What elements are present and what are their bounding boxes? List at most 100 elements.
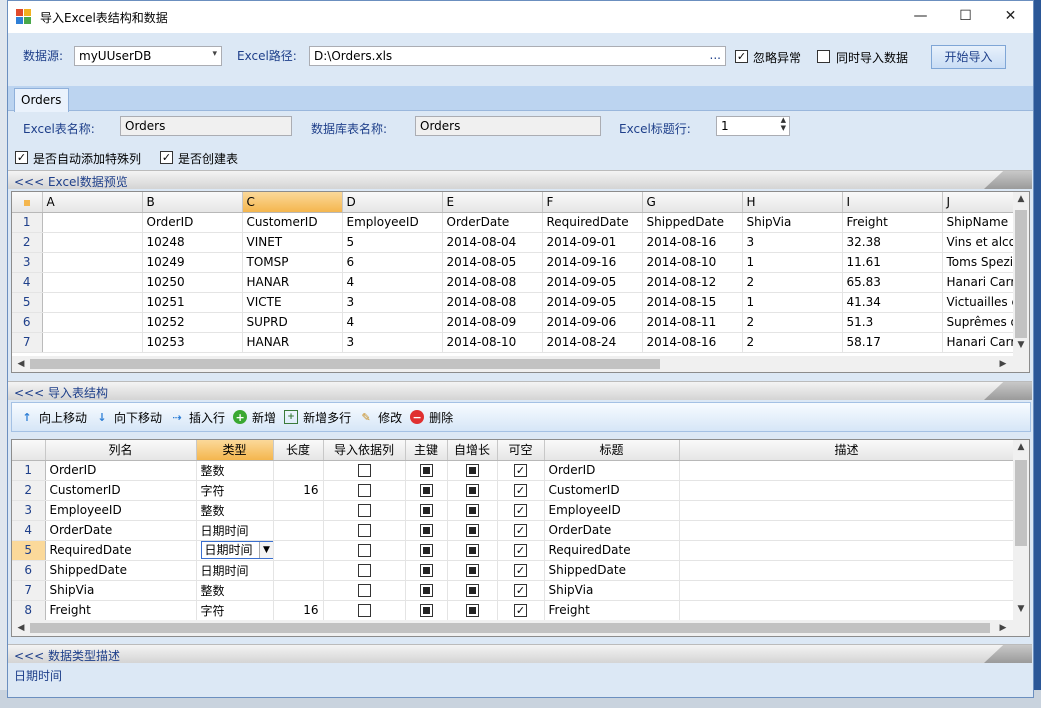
scroll-left-icon[interactable]: ◀ [14,359,28,369]
row-header[interactable]: 2 [12,232,43,253]
col-header-e[interactable]: E [442,192,543,213]
table-row[interactable]: 3 10249 TOMSP 6 2014-08-05 2014-09-16 2014-08-… [12,252,1015,273]
table-cell[interactable]: 1 [742,292,843,313]
table-cell[interactable]: 10251 [142,292,243,313]
row-header[interactable]: 7 [12,332,43,353]
type-cell[interactable]: 字符 [196,600,274,621]
table-cell[interactable]: 2014-09-05 [542,292,643,313]
table-cell[interactable]: Hanari Carr [942,272,1015,293]
browse-button[interactable]: ... [710,48,721,62]
nullable-checkbox[interactable]: ✓ [514,484,527,497]
col-header-j[interactable]: J [942,192,1015,213]
auto-increment-cell[interactable] [447,600,498,621]
nullable-cell[interactable]: ✓ [497,560,545,581]
add-multiple-button[interactable]: + 新增多行 [284,409,351,426]
structure-vertical-scrollbar[interactable]: ▲ ▼ [1013,440,1029,620]
primary-key-cell[interactable] [405,460,448,481]
nullable-checkbox[interactable]: ✓ [514,604,527,617]
minimize-button[interactable]: — [898,1,943,31]
scroll-thumb[interactable] [1015,460,1027,546]
auto-increment-cell[interactable] [447,460,498,481]
table-cell[interactable]: 2014-08-24 [542,332,643,353]
nullable-cell[interactable]: ✓ [497,460,545,481]
scroll-right-icon[interactable]: ▶ [996,623,1010,633]
scroll-up-icon[interactable]: ▲ [1014,442,1028,452]
table-cell[interactable]: 2014-08-05 [442,252,543,273]
nullable-checkbox[interactable]: ✓ [514,524,527,537]
nullable-checkbox[interactable]: ✓ [514,564,527,577]
description-cell[interactable] [679,460,1015,481]
table-cell[interactable]: 3 [342,292,443,313]
description-cell[interactable] [679,480,1015,501]
excel-preview-grid[interactable]: A B C D E F G H I J 1 OrderID CustomerID Em… [11,191,1030,373]
nullable-cell[interactable]: ✓ [497,580,545,601]
type-cell[interactable]: 整数 [196,580,274,601]
title-cell[interactable]: ShipVia [544,580,680,601]
import-data-checkbox[interactable] [817,50,830,63]
table-row[interactable]: 5 RequiredDate 日期时间 ▼ ✓ RequiredDate [12,540,1015,561]
auto-increment-cell[interactable] [447,540,498,561]
import-basis-checkbox[interactable] [357,524,371,537]
table-cell[interactable]: 3 [742,232,843,253]
col-header-b[interactable]: B [142,192,243,213]
insert-row-button[interactable]: ⇢ 插入行 [170,409,225,426]
table-cell[interactable]: 2014-08-09 [442,312,543,333]
type-combo[interactable]: 日期时间 ▼ [200,541,272,559]
table-cell[interactable]: EmployeeID [342,212,443,233]
add-button[interactable]: + 新增 [233,409,276,426]
table-cell[interactable]: ShippedDate [642,212,743,233]
type-cell[interactable]: 日期时间 [196,520,274,541]
scroll-thumb[interactable] [1015,210,1027,338]
auto-add-special-checkbox[interactable]: ✓ [15,151,28,164]
table-row[interactable]: 8 Freight 字符 16 ✓ Freight [12,600,1015,621]
title-row-spinner[interactable]: 1 ▲ ▼ [716,116,790,136]
table-cell[interactable]: 11.61 [842,252,943,273]
primary-key-cell[interactable] [405,540,448,561]
table-cell[interactable]: OrderID [142,212,243,233]
table-row[interactable]: 6 10252 SUPRD 4 2014-08-09 2014-09-06 2014-08-… [12,312,1015,333]
col-header-length[interactable]: 长度 [273,440,324,461]
table-cell[interactable]: 51.3 [842,312,943,333]
auto-increment-checkbox[interactable] [465,484,479,497]
auto-increment-cell[interactable] [447,480,498,501]
scroll-up-icon[interactable]: ▲ [1014,194,1028,204]
scroll-thumb[interactable] [30,623,990,633]
length-cell[interactable]: 16 [273,600,324,621]
col-header-description[interactable]: 描述 [679,440,1015,461]
table-cell[interactable] [42,212,143,233]
table-row[interactable]: 7 10253 HANAR 3 2014-08-10 2014-08-24 2014-08-… [12,332,1015,353]
row-header[interactable]: 3 [12,252,43,273]
primary-key-cell[interactable] [405,580,448,601]
scroll-down-icon[interactable]: ▼ [1014,340,1028,350]
table-cell[interactable]: 6 [342,252,443,273]
table-cell[interactable]: 2014-08-12 [642,272,743,293]
auto-increment-checkbox[interactable] [465,524,479,537]
close-button[interactable]: ✕ [988,1,1033,31]
auto-increment-cell[interactable] [447,580,498,601]
select-all-corner[interactable] [12,192,43,213]
table-cell[interactable]: RequiredDate [542,212,643,233]
preview-section-header[interactable]: <<< Excel数据预览 [8,170,1032,189]
edit-button[interactable]: ✎ 修改 [359,409,402,426]
table-cell[interactable]: VICTE [242,292,343,313]
import-basis-cell[interactable] [323,500,406,521]
table-cell[interactable]: 4 [342,312,443,333]
row-header[interactable]: 5 [12,292,43,313]
column-name-cell[interactable]: EmployeeID [45,500,197,521]
table-cell[interactable]: 2014-09-06 [542,312,643,333]
table-cell[interactable]: 2014-08-08 [442,272,543,293]
table-row[interactable]: 4 10250 HANAR 4 2014-08-08 2014-09-05 2014-08-… [12,272,1015,293]
col-header-name[interactable]: 列名 [45,440,197,461]
table-cell[interactable]: Freight [842,212,943,233]
table-cell[interactable]: Hanari Carr [942,332,1015,353]
row-number[interactable]: 6 [12,560,46,581]
auto-increment-cell[interactable] [447,500,498,521]
structure-horizontal-scrollbar[interactable]: ◀ ▶ [12,620,1029,636]
table-cell[interactable]: 2014-09-16 [542,252,643,273]
length-cell[interactable] [273,540,324,561]
primary-key-checkbox[interactable] [419,504,433,517]
import-basis-cell[interactable] [323,460,406,481]
column-name-cell[interactable]: OrderDate [45,520,197,541]
table-cell[interactable] [42,252,143,273]
column-name-cell[interactable]: Freight [45,600,197,621]
